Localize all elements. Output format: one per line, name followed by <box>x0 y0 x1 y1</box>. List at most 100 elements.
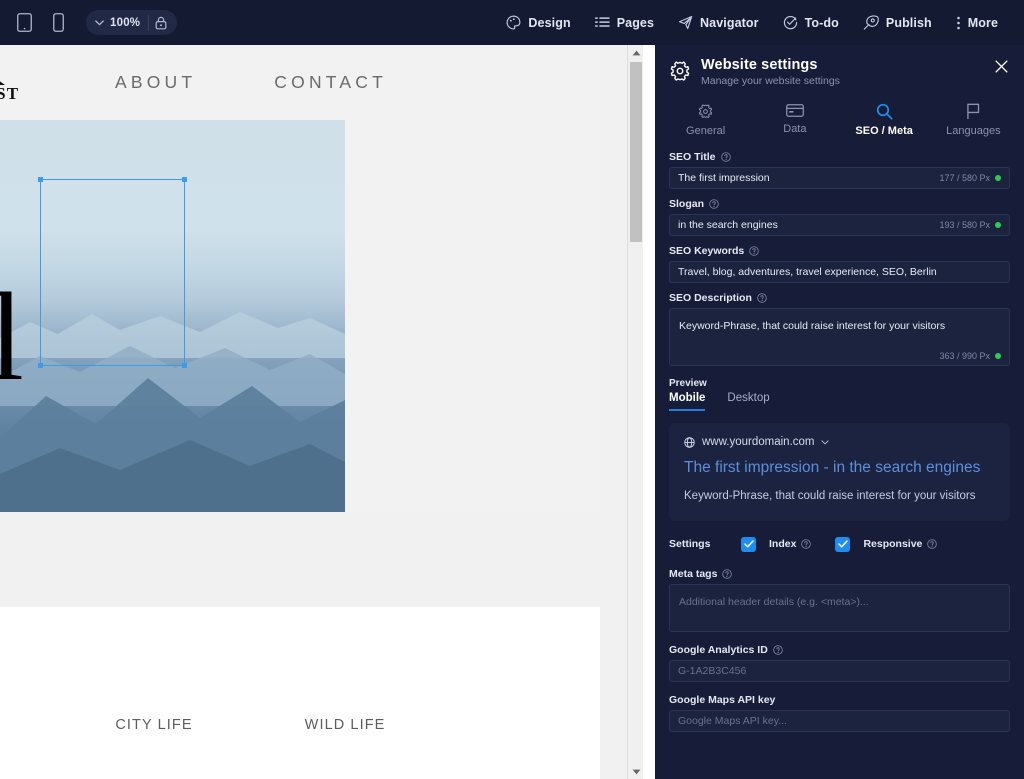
gear-icon <box>697 103 714 120</box>
scroll-thumb[interactable] <box>630 62 642 242</box>
input-seo-title[interactable]: The first impression 177 / 580 Px <box>669 167 1010 189</box>
site-logo[interactable]: DERLUST <box>0 61 30 104</box>
value-slogan: in the search engines <box>678 219 778 231</box>
textarea-seo-description[interactable]: Keyword-Phrase, that could raise interes… <box>669 308 1010 366</box>
site-spacer <box>0 512 600 607</box>
label-text-responsive: Responsive <box>863 538 922 550</box>
help-icon[interactable] <box>749 246 759 256</box>
scroll-down-button[interactable] <box>628 764 644 779</box>
field-google-maps: Google Maps API key Google Maps API key.… <box>669 694 1010 732</box>
tab-general[interactable]: General <box>661 97 750 145</box>
canvas-gutter <box>643 45 655 779</box>
list-icon <box>595 16 610 30</box>
input-google-maps[interactable]: Google Maps API key... <box>669 710 1010 732</box>
mobile-view-button[interactable] <box>44 9 72 37</box>
close-icon <box>995 60 1008 73</box>
placeholder-google-maps: Google Maps API key... <box>678 715 787 727</box>
toolbar-item-pages[interactable]: Pages <box>583 10 666 36</box>
hero-section[interactable]: vel to live <box>0 120 345 512</box>
input-seo-keywords[interactable]: Travel, blog, adventures, travel experie… <box>669 261 1010 283</box>
canvas-vertical-scrollbar[interactable] <box>627 45 643 779</box>
checkbox-index[interactable] <box>741 537 756 552</box>
label-seo-description: SEO Description <box>669 292 1010 304</box>
site-nav-contact[interactable]: CONTACT <box>274 72 387 93</box>
zoom-control-group[interactable]: 100% <box>86 10 177 35</box>
help-icon[interactable] <box>721 152 731 162</box>
toolbar-label-todo: To-do <box>805 16 839 30</box>
value-seo-description: Keyword-Phrase, that could raise interes… <box>679 320 945 332</box>
check-icon <box>838 540 848 548</box>
counter-text-seo-title: 177 / 580 Px <box>939 173 990 183</box>
input-google-analytics[interactable]: G-1A2B3C456 <box>669 660 1010 682</box>
toolbar-menu-group: Design Pages Navigator <box>494 9 1024 37</box>
field-google-analytics: Google Analytics ID G-1A2B3C456 <box>669 644 1010 682</box>
card-icon <box>786 103 804 118</box>
label-text-index: Index <box>769 538 796 550</box>
tab-languages[interactable]: Languages <box>929 97 1018 145</box>
tablet-view-button[interactable] <box>10 9 38 37</box>
globe-icon <box>684 437 695 448</box>
label-text-google-maps: Google Maps API key <box>669 694 775 706</box>
checkbox-responsive[interactable] <box>835 537 850 552</box>
category-link-city-life[interactable]: CITY LIFE <box>115 717 192 733</box>
site-logo-text: DERLUST <box>0 84 30 104</box>
textarea-meta-tags[interactable]: Additional header details (e.g. <meta>).… <box>669 584 1010 632</box>
help-icon[interactable] <box>722 569 732 579</box>
preview-tab-mobile[interactable]: Mobile <box>669 392 705 411</box>
app-root: 100% Design <box>0 0 1024 779</box>
status-dot-seo-description <box>995 353 1001 359</box>
chevron-down-icon[interactable] <box>821 440 829 445</box>
help-icon[interactable] <box>757 293 767 303</box>
tab-label-general: General <box>686 125 725 137</box>
lock-zoom-button[interactable] <box>149 12 173 34</box>
rocket-icon <box>863 15 879 30</box>
preview-label: Preview <box>669 378 1010 389</box>
help-icon[interactable] <box>773 645 783 655</box>
preview-tab-desktop[interactable]: Desktop <box>727 392 769 411</box>
hero-background-image <box>0 120 345 512</box>
preview-domain-text: www.yourdomain.com <box>702 436 814 448</box>
toolbar-item-navigator[interactable]: Navigator <box>666 9 771 36</box>
category-link-wild-life[interactable]: WILD LIFE <box>305 717 386 733</box>
panel-close-button[interactable] <box>993 58 1010 80</box>
label-text-seo-description: SEO Description <box>669 292 752 304</box>
label-slogan: Slogan <box>669 198 1010 210</box>
label-seo-keywords: SEO Keywords <box>669 245 1010 257</box>
input-slogan[interactable]: in the search engines 193 / 580 Px <box>669 214 1010 236</box>
serp-preview-card: www.yourdomain.com The first impression … <box>669 423 1010 521</box>
preview-domain-row: www.yourdomain.com <box>684 436 995 448</box>
settings-checkbox-row: Settings Index <box>669 537 1010 552</box>
placeholder-meta-tags: Additional header details (e.g. <meta>).… <box>679 596 869 608</box>
preview-tabs: Mobile Desktop <box>669 392 1010 411</box>
field-meta-tags: Meta tags Additional header details (e.g… <box>669 568 1010 632</box>
toolbar-item-publish[interactable]: Publish <box>851 9 944 36</box>
toolbar-item-design[interactable]: Design <box>494 9 582 36</box>
label-text-meta-tags: Meta tags <box>669 568 717 580</box>
label-text-seo-keywords: SEO Keywords <box>669 245 744 257</box>
panel-header: Website settings Manage your website set… <box>655 45 1024 87</box>
caret-up-icon <box>632 50 641 56</box>
toolbar-left-group: 100% <box>0 9 177 37</box>
field-seo-description: SEO Description Keyword-Phrase, that cou… <box>669 292 1010 366</box>
panel-title: Website settings <box>701 57 840 73</box>
tab-seo-meta[interactable]: SEO / Meta <box>840 97 929 145</box>
site-header: DERLUST ABOUT CONTACT <box>0 45 600 120</box>
website-canvas[interactable]: DERLUST ABOUT CONTACT <box>0 45 655 779</box>
tab-data[interactable]: Data <box>750 97 839 145</box>
caret-down-icon <box>632 769 641 775</box>
zoom-level-value: 100% <box>108 17 148 29</box>
help-icon[interactable] <box>927 539 937 549</box>
hero-headline-filled[interactable]: vel <box>0 288 24 389</box>
label-google-analytics: Google Analytics ID <box>669 644 1010 656</box>
help-icon[interactable] <box>709 199 719 209</box>
site-category-nav: KES CITY LIFE WILD LIFE <box>0 717 600 733</box>
toolbar-item-more[interactable]: More <box>944 9 1010 37</box>
toolbar-item-todo[interactable]: To-do <box>771 9 851 36</box>
scroll-up-button[interactable] <box>628 45 644 60</box>
status-dot-slogan <box>995 222 1001 228</box>
preview-title[interactable]: The first impression - in the search eng… <box>684 457 995 479</box>
site-nav-about[interactable]: ABOUT <box>115 72 196 93</box>
gear-icon <box>669 60 691 82</box>
help-icon[interactable] <box>801 539 811 549</box>
zoom-dropdown-button[interactable] <box>90 12 108 34</box>
